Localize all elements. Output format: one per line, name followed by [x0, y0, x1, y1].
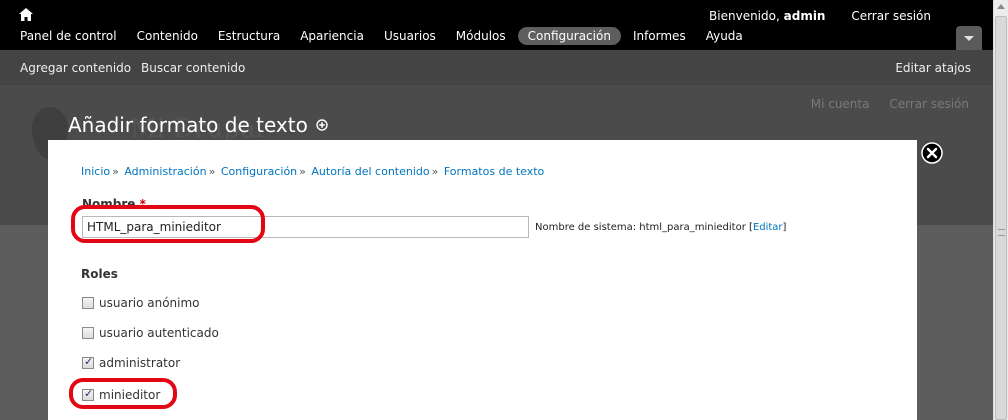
role-label: usuario anónimo [99, 296, 200, 310]
grip-icon [998, 229, 1005, 236]
breadcrumb-administration[interactable]: Administración [124, 165, 206, 178]
toolbar-item-structure[interactable]: Estructura [208, 27, 290, 45]
admin-toolbar: Bienvenido, admin Cerrar sesión Panel de… [0, 0, 993, 50]
role-label: usuario autenticado [99, 326, 219, 340]
welcome-text: Bienvenido, [709, 9, 780, 23]
breadcrumb-home[interactable]: Inicio [81, 165, 110, 178]
chevron-down-icon [964, 36, 974, 41]
toolbar-item-dashboard[interactable]: Panel de control [0, 27, 127, 45]
machine-name-text: Nombre de sistema: html_para_minieditor [535, 222, 746, 233]
shortcut-find-content[interactable]: Buscar contenido [141, 61, 245, 75]
breadcrumb-content-authoring[interactable]: Autoría del contenido [311, 165, 429, 178]
roles-title: Roles [81, 267, 118, 281]
toolbar-item-people[interactable]: Usuarios [374, 27, 446, 45]
shortcuts-bar: Agregar contenido Buscar contenido Edita… [0, 50, 993, 85]
scrollbar-thumb[interactable] [995, 16, 1007, 420]
username-link[interactable]: admin [784, 9, 826, 23]
toolbar-menu: Panel de control Contenido Estructura Ap… [0, 27, 753, 45]
logout-link[interactable]: Cerrar sesión [851, 9, 931, 23]
my-account-link: Mi cuenta [810, 97, 870, 111]
add-shortcut-icon[interactable] [316, 119, 328, 131]
minieditor-highlight-annotation [69, 378, 177, 409]
role-authenticated: usuario autenticado [82, 326, 219, 340]
shortcut-add-content[interactable]: Agregar contenido [20, 61, 131, 75]
machine-name: Nombre de sistema: html_para_minieditor … [535, 222, 787, 233]
overlay-panel [48, 140, 917, 420]
site-logout-link: Cerrar sesión [889, 97, 969, 111]
overlay-title: Añadir formato de texto [68, 113, 308, 137]
toolbar-item-configuration[interactable]: Configuración [517, 27, 621, 45]
breadcrumb: Inicio» Administración» Configuración» A… [81, 165, 545, 178]
role-administrator: administrator [82, 355, 181, 370]
close-overlay-icon[interactable] [921, 142, 943, 164]
vertical-scrollbar[interactable] [993, 0, 1008, 420]
toolbar-item-appearance[interactable]: Apariencia [290, 27, 374, 45]
role-anonymous: usuario anónimo [82, 296, 200, 310]
site-user-links: Mi cuenta Cerrar sesión [811, 97, 969, 111]
toolbar-item-help[interactable]: Ayuda [696, 27, 753, 45]
breadcrumb-configuration[interactable]: Configuración [221, 165, 297, 178]
role-anonymous-checkbox[interactable] [82, 297, 94, 309]
edit-shortcuts-link[interactable]: Editar atajos [895, 61, 971, 75]
toolbar-item-modules[interactable]: Módulos [446, 27, 516, 45]
scroll-up-arrow-icon[interactable] [997, 4, 1005, 9]
toolbar-user-links: Bienvenido, admin Cerrar sesión [709, 9, 931, 23]
role-label: administrator [99, 356, 181, 370]
role-authenticated-checkbox[interactable] [82, 327, 94, 339]
shortcuts-drawer-toggle[interactable] [956, 26, 982, 50]
role-administrator-checkbox[interactable] [82, 355, 94, 369]
name-highlight-annotation [71, 205, 265, 243]
toolbar-item-content[interactable]: Contenido [127, 27, 208, 45]
machine-name-edit-link[interactable]: Editar [753, 222, 783, 233]
breadcrumb-text-formats[interactable]: Formatos de texto [444, 165, 544, 178]
home-icon[interactable] [19, 8, 33, 21]
toolbar-item-reports[interactable]: Informes [623, 27, 696, 45]
